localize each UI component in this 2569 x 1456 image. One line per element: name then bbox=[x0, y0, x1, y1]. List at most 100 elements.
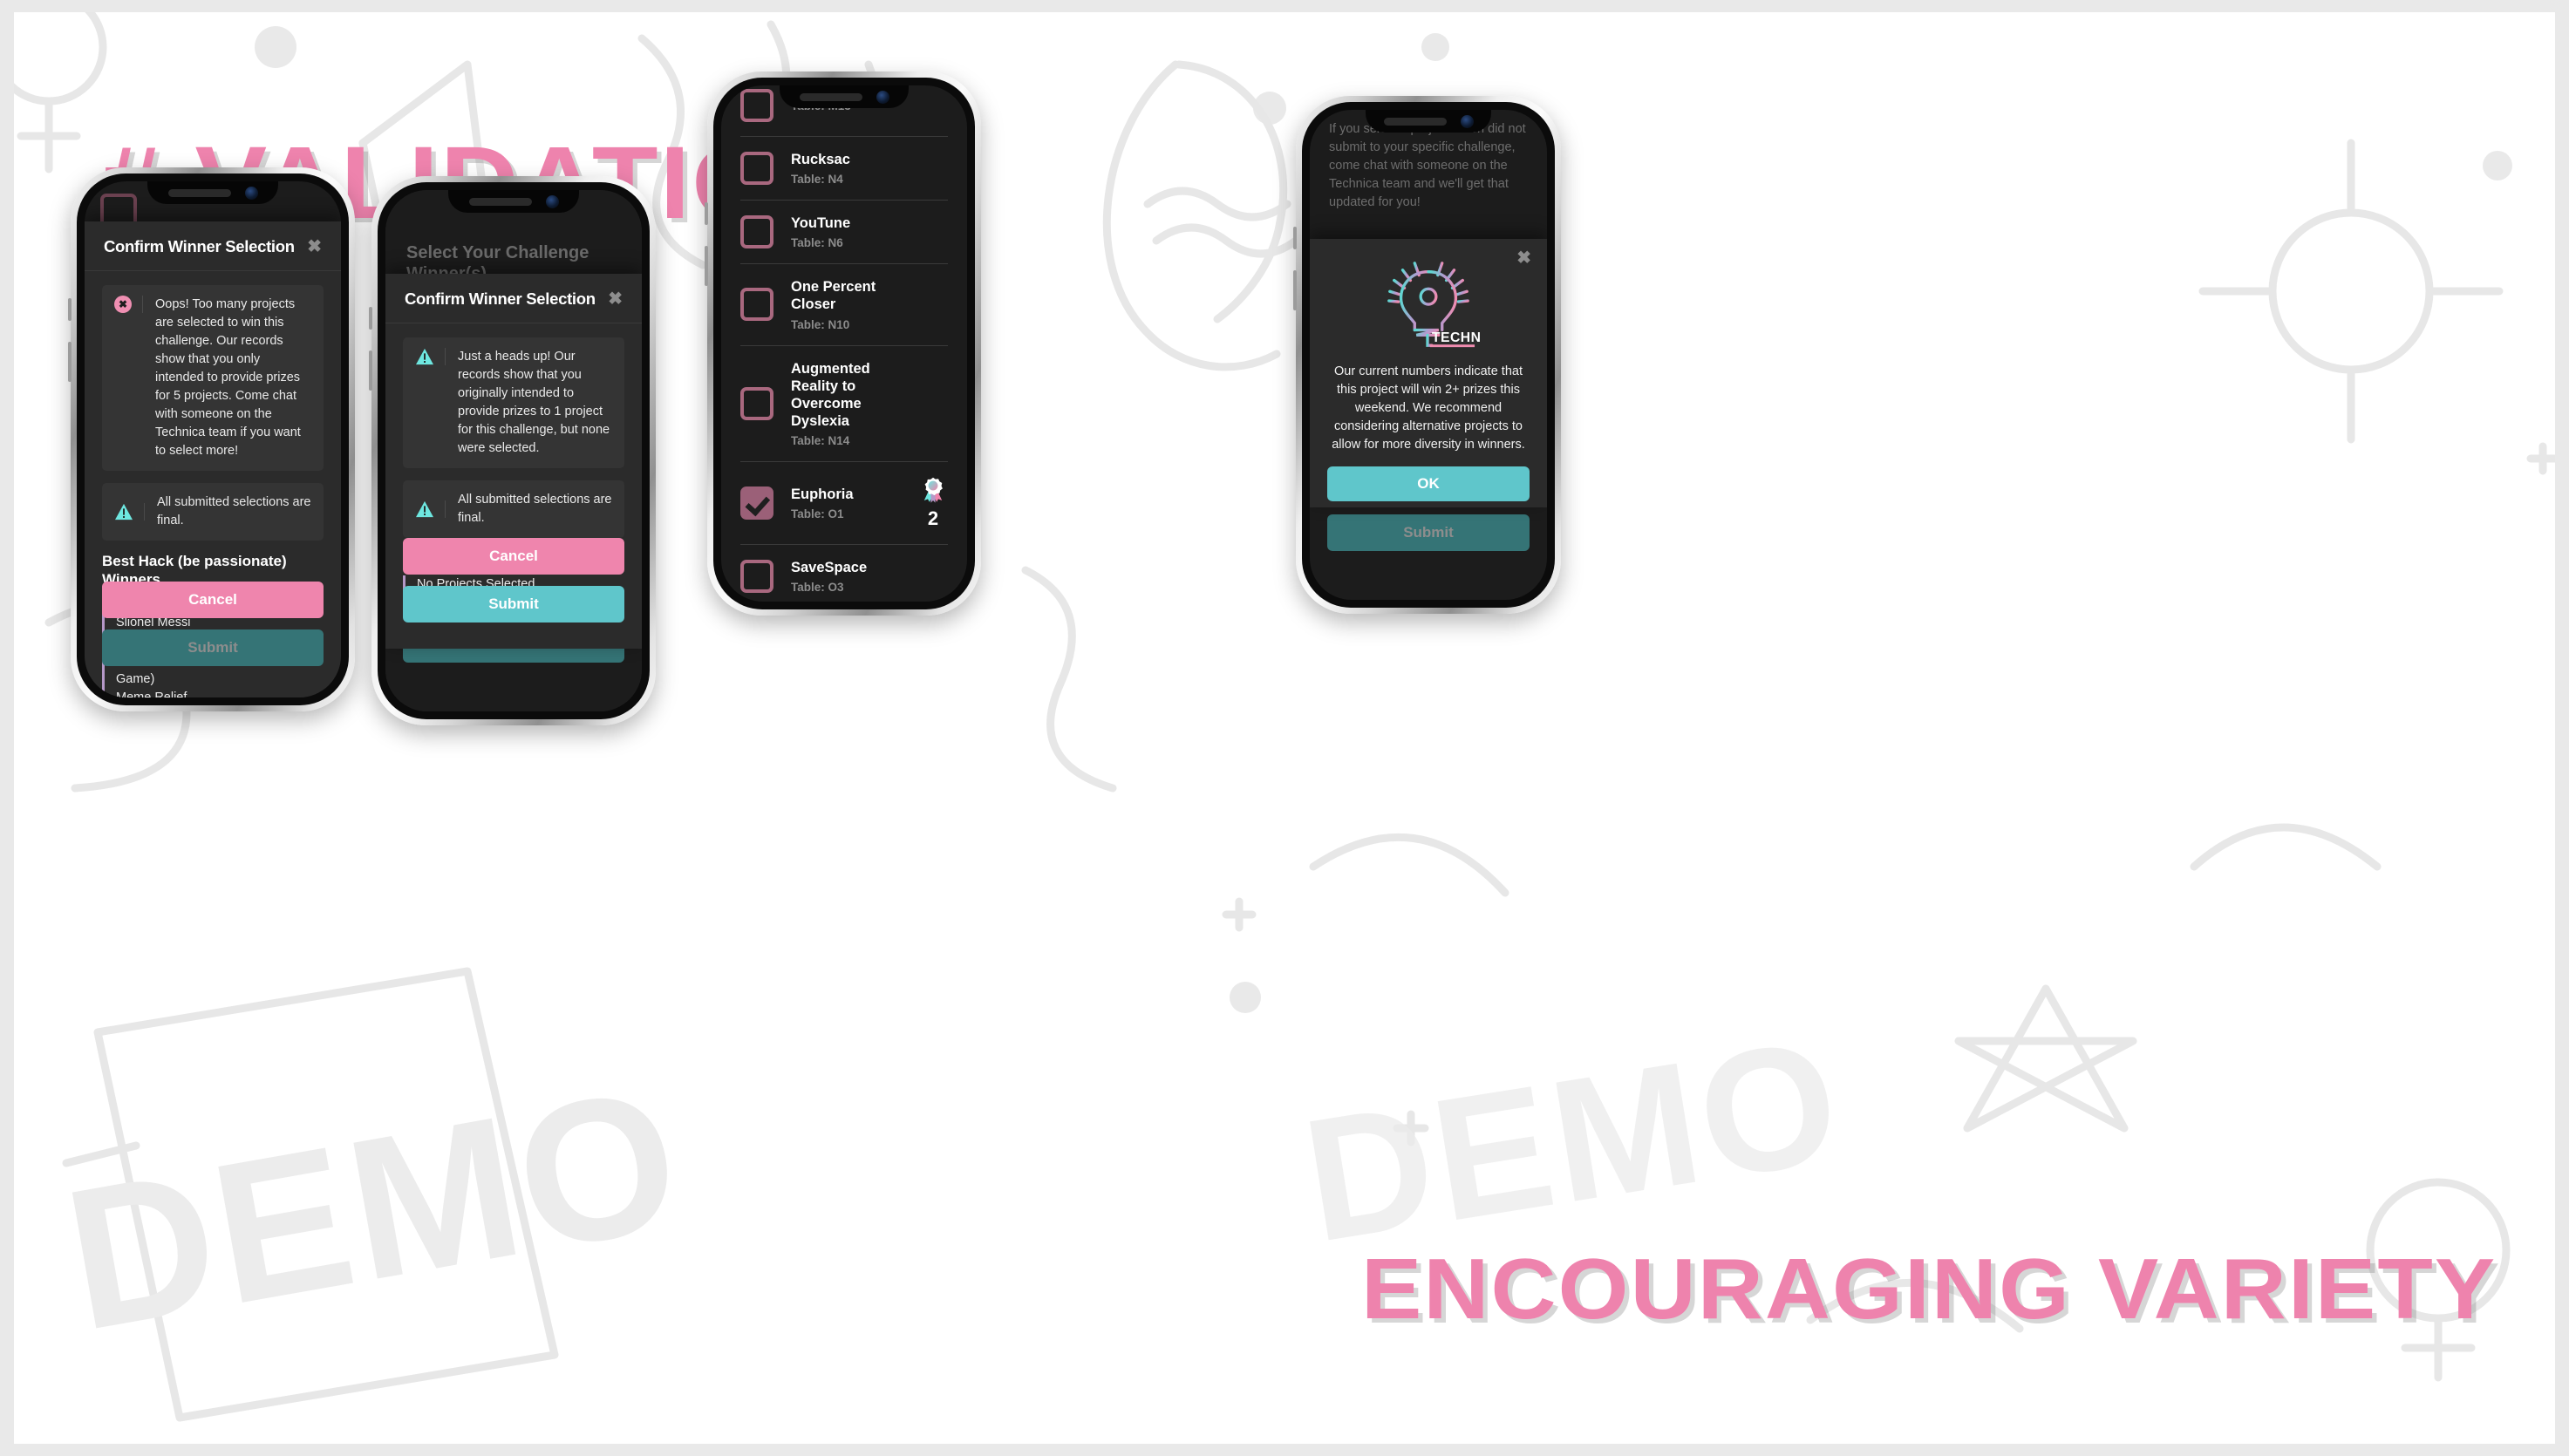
phone-4-scroll-text: If you select a project which did not su… bbox=[1329, 122, 1526, 210]
table-row[interactable]: SaveSpace Table: O3 bbox=[740, 545, 948, 602]
project-table: Table: O1 bbox=[791, 507, 844, 521]
award-badge: 2 bbox=[918, 476, 948, 530]
submit-button[interactable]: Submit bbox=[403, 586, 624, 623]
project-table: Table: N6 bbox=[791, 236, 843, 250]
warning-triangle-icon bbox=[415, 348, 446, 365]
phone-2-modal-title: Confirm Winner Selection bbox=[405, 289, 596, 308]
phone-3-volume-up bbox=[705, 246, 708, 286]
phone-2-modal-header: Confirm Winner Selection ✖ bbox=[385, 274, 642, 323]
project-table: Table: N4 bbox=[791, 173, 843, 187]
technica-lightbulb-logo: TECHNICA bbox=[1387, 258, 1480, 348]
checkbox-icon[interactable] bbox=[740, 288, 773, 322]
table-row[interactable]: Rucksac Table: N4 bbox=[740, 137, 948, 201]
project-info: SaveSpace Table: O3 bbox=[773, 559, 948, 594]
close-icon[interactable]: ✖ bbox=[307, 238, 322, 255]
phone-3: Table: M13 Rucksac Table: N4 bbox=[705, 71, 981, 616]
submit-button[interactable]: Submit bbox=[1327, 514, 1530, 551]
checkbox-icon-checked[interactable] bbox=[740, 486, 773, 520]
checkbox-icon[interactable] bbox=[740, 560, 773, 594]
phone-1-modal-footer: Cancel Submit bbox=[85, 573, 341, 682]
project-name: YouTune bbox=[791, 215, 851, 232]
front-camera-icon bbox=[244, 186, 258, 200]
project-name: Rucksac bbox=[791, 152, 850, 167]
award-ribbon-icon bbox=[923, 477, 943, 503]
page-title-variety: ENCOURAGING VARIETY bbox=[1361, 1241, 2497, 1337]
phone-3-notch bbox=[780, 85, 909, 108]
checkbox-icon[interactable] bbox=[740, 386, 773, 420]
phone-4-volume-up bbox=[1293, 270, 1297, 310]
phone-1-modal-header: Confirm Winner Selection ✖ bbox=[85, 221, 341, 271]
phone-4-modal-body: TECHNICA Our current numbers indicate th… bbox=[1310, 239, 1547, 454]
phone-2-notch bbox=[448, 190, 579, 213]
error-circle-icon: ✖ bbox=[114, 296, 143, 313]
phone-3-project-list[interactable]: Table: M13 Rucksac Table: N4 bbox=[721, 85, 967, 602]
phone-1-error-text: Oops! Too many projects are selected to … bbox=[155, 297, 301, 459]
front-camera-icon bbox=[876, 90, 889, 104]
phone-1-volume-up bbox=[68, 342, 72, 382]
project-table: Table: O3 bbox=[791, 581, 844, 595]
phone-3-screen: Table: M13 Rucksac Table: N4 bbox=[721, 85, 967, 602]
phone-2-confirm-modal: Confirm Winner Selection ✖ Just a heads … bbox=[385, 274, 642, 649]
checkbox-icon[interactable] bbox=[740, 215, 773, 249]
submit-button[interactable]: Submit bbox=[102, 629, 324, 666]
front-camera-icon bbox=[1460, 114, 1474, 128]
phone-4-recommendation-modal: ✖ TECH Our current numbers indicate that… bbox=[1310, 239, 1547, 507]
phone-1-side-button bbox=[68, 298, 72, 321]
cancel-button[interactable]: Cancel bbox=[403, 538, 624, 575]
phone-2-modal-footer: Cancel Submit bbox=[385, 529, 642, 638]
phone-2-bezel: Select Your Challenge Winner(s) Clear Su… bbox=[378, 182, 650, 719]
phone-2-notice-text: All submitted selections are final. bbox=[458, 493, 612, 526]
phone-1: Confirm Winner Selection ✖ ✖ Oops! Too m… bbox=[68, 167, 355, 711]
project-info: YouTune Table: N6 bbox=[773, 214, 948, 249]
phone-2-warning-alert: Just a heads up! Our records show that y… bbox=[403, 337, 624, 469]
cancel-button[interactable]: Cancel bbox=[102, 582, 324, 618]
table-row[interactable]: Augmented Reality to Overcome Dyslexia T… bbox=[740, 346, 948, 462]
warning-triangle-icon bbox=[114, 503, 145, 521]
phone-4-bezel: If you select a project which did not su… bbox=[1302, 102, 1555, 608]
project-info: Euphoria Table: O1 bbox=[773, 486, 918, 520]
project-name: Augmented Reality to Overcome Dyslexia bbox=[791, 360, 870, 429]
phone-4-modal-text: Our current numbers indicate that this p… bbox=[1332, 364, 1525, 452]
ok-button[interactable]: OK bbox=[1327, 466, 1530, 502]
project-table: Table: N14 bbox=[791, 434, 850, 447]
phone-2: Select Your Challenge Winner(s) Clear Su… bbox=[369, 176, 656, 725]
warning-triangle-icon bbox=[415, 500, 446, 519]
earpiece-speaker bbox=[799, 92, 862, 101]
phone-1-bezel: Confirm Winner Selection ✖ ✖ Oops! Too m… bbox=[77, 173, 349, 705]
earpiece-speaker bbox=[468, 197, 532, 206]
phone-4-modal-footer: OK bbox=[1310, 454, 1547, 502]
project-table: Table: N10 bbox=[791, 317, 850, 331]
list-item: Meme Relief bbox=[116, 689, 324, 697]
phone-2-side-button bbox=[369, 307, 372, 330]
close-icon[interactable]: ✖ bbox=[1516, 249, 1531, 267]
phone-3-side-button bbox=[705, 202, 708, 225]
checkbox-icon[interactable] bbox=[740, 89, 773, 122]
project-info: Rucksac Table: N4 bbox=[773, 151, 948, 186]
phone-1-modal-title: Confirm Winner Selection bbox=[104, 237, 295, 255]
phone-1-confirm-modal: Confirm Winner Selection ✖ ✖ Oops! Too m… bbox=[85, 221, 341, 697]
phone-2-volume-up bbox=[369, 350, 372, 391]
earpiece-speaker bbox=[167, 188, 231, 197]
technica-wordmark: TECHNICA bbox=[1432, 330, 1480, 345]
project-name: One Percent Closer bbox=[791, 279, 876, 313]
phone-1-notice-text: All submitted selections are final. bbox=[157, 495, 311, 528]
project-name: SaveSpace bbox=[791, 560, 868, 575]
poster-canvas: DEMO DEMO # VALIDATIONS ENCOURAGING VARI… bbox=[0, 0, 2569, 1456]
phone-1-notice-alert: All submitted selections are final. bbox=[102, 483, 324, 541]
front-camera-icon bbox=[545, 194, 559, 208]
table-row[interactable]: Euphoria Table: O1 2 bbox=[740, 462, 948, 545]
table-row[interactable]: One Percent Closer Table: N10 bbox=[740, 264, 948, 346]
checkbox-icon[interactable] bbox=[740, 152, 773, 186]
project-name: Euphoria bbox=[791, 486, 854, 502]
table-row[interactable]: YouTune Table: N6 bbox=[740, 201, 948, 265]
poster-sheet: DEMO DEMO # VALIDATIONS ENCOURAGING VARI… bbox=[14, 12, 2555, 1444]
phone-2-screen: Select Your Challenge Winner(s) Clear Su… bbox=[385, 190, 642, 711]
project-info: Augmented Reality to Overcome Dyslexia T… bbox=[773, 360, 948, 448]
close-icon[interactable]: ✖ bbox=[608, 290, 623, 308]
phone-4-notch bbox=[1366, 110, 1491, 133]
phone-4-side-button bbox=[1293, 227, 1297, 249]
phone-1-error-alert: ✖ Oops! Too many projects are selected t… bbox=[102, 285, 324, 472]
error-glyph: ✖ bbox=[114, 296, 132, 313]
earpiece-speaker bbox=[1383, 117, 1447, 126]
project-info: One Percent Closer Table: N10 bbox=[773, 278, 948, 330]
